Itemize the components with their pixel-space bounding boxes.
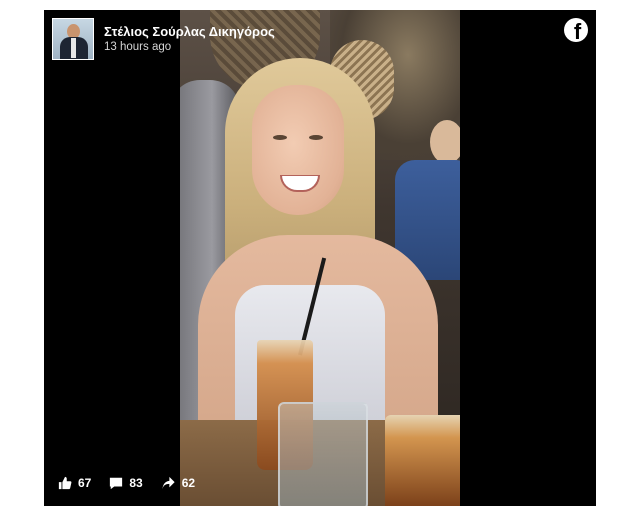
- comments-count-label: 83: [129, 476, 143, 490]
- subject-face: [252, 85, 344, 215]
- embedded-facebook-post: Στέλιος Σούρλας Δικηγόρος 13 hours ago f…: [44, 10, 596, 506]
- subject-eye: [273, 135, 287, 140]
- comment-icon: [110, 477, 123, 490]
- page-avatar[interactable]: [52, 18, 94, 60]
- background-person-head: [430, 120, 460, 164]
- subject-eye: [309, 135, 323, 140]
- water-glass: [278, 402, 368, 506]
- post-meta: Στέλιος Σούρλας Δικηγόρος 13 hours ago: [104, 23, 275, 55]
- shares-count-label: 62: [181, 476, 196, 490]
- likes-count-label: 67: [78, 476, 92, 490]
- coffee-glass: [385, 415, 460, 506]
- engagement-bar: 67 83 62: [58, 476, 213, 490]
- shares-count[interactable]: 62: [161, 476, 195, 490]
- post-photo[interactable]: [180, 10, 460, 506]
- facebook-icon[interactable]: f: [564, 18, 588, 42]
- post-header: Στέλιος Σούρλας Δικηγόρος 13 hours ago: [52, 18, 275, 60]
- likes-count[interactable]: 67: [58, 476, 91, 490]
- share-icon: [162, 476, 175, 490]
- page-name-link[interactable]: Στέλιος Σούρλας Δικηγόρος: [104, 23, 275, 40]
- post-timestamp[interactable]: 13 hours ago: [104, 40, 275, 55]
- comments-count[interactable]: 83: [109, 476, 143, 490]
- thumbs-up-icon: [58, 476, 72, 490]
